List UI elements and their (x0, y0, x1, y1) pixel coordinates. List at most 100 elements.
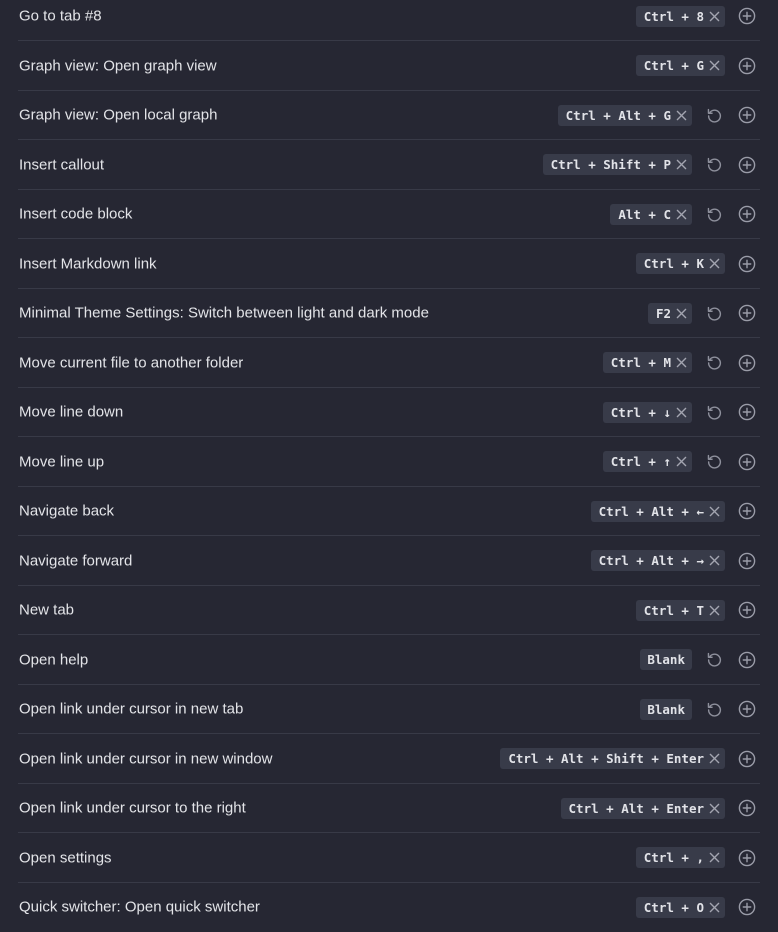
command-label: Navigate forward (19, 552, 133, 570)
restore-default-icon[interactable] (703, 104, 725, 126)
add-hotkey-icon[interactable] (736, 104, 758, 126)
hotkey-text: F2 (655, 305, 671, 321)
close-icon[interactable] (707, 59, 721, 73)
add-hotkey-icon[interactable] (736, 550, 758, 572)
hotkey-row: Graph view: Open graph view Ctrl + G (0, 41, 778, 91)
hotkey-text: Ctrl + Alt + G (565, 107, 671, 123)
hotkey-row: Open link under cursor in new window Ctrl… (0, 734, 778, 784)
add-hotkey-icon[interactable] (736, 847, 758, 869)
hotkey-text: Alt + C (618, 206, 671, 222)
hotkey-text: Ctrl + Alt + ← (598, 503, 704, 519)
close-icon[interactable] (707, 504, 721, 518)
hotkey-text: Blank (647, 652, 685, 668)
close-icon[interactable] (707, 603, 721, 617)
hotkey-row: Move line down Ctrl + ↓ (0, 388, 778, 438)
close-icon[interactable] (674, 455, 688, 469)
close-icon[interactable] (707, 257, 721, 271)
hotkey-row: Insert Markdown link Ctrl + K (0, 239, 778, 289)
close-icon[interactable] (707, 801, 721, 815)
close-icon[interactable] (674, 207, 688, 221)
add-hotkey-icon[interactable] (736, 352, 758, 374)
hotkey-controls: Ctrl + M (602, 352, 758, 374)
command-label: Graph view: Open graph view (19, 57, 217, 75)
add-hotkey-icon[interactable] (736, 698, 758, 720)
hotkey-controls: Ctrl + Alt + → (590, 550, 758, 572)
hotkey-controls: Ctrl + Alt + Shift + Enter (500, 748, 758, 770)
hotkey-text: Ctrl + , (643, 850, 704, 866)
add-hotkey-icon[interactable] (736, 649, 758, 671)
hotkey-controls: Ctrl + , (635, 847, 758, 869)
add-hotkey-icon[interactable] (736, 5, 758, 27)
hotkey-chip: Ctrl + Alt + Shift + Enter (500, 748, 725, 770)
hotkey-controls: Blank (640, 698, 758, 720)
hotkey-controls: Ctrl + K (635, 253, 758, 275)
restore-default-icon[interactable] (703, 352, 725, 374)
command-label: Insert code block (19, 205, 133, 223)
hotkey-row: Go to tab #8 Ctrl + 8 (0, 0, 778, 41)
command-label: New tab (19, 601, 75, 619)
hotkey-row: Navigate forward Ctrl + Alt + → (0, 536, 778, 586)
hotkey-text: Ctrl + ↓ (610, 404, 671, 420)
hotkey-chip: Ctrl + 8 (635, 5, 725, 27)
hotkey-chip: F2 (647, 302, 692, 324)
restore-default-icon[interactable] (703, 302, 725, 324)
add-hotkey-icon[interactable] (736, 599, 758, 621)
close-icon[interactable] (707, 554, 721, 568)
command-label: Move current file to another folder (19, 354, 244, 372)
hotkey-text: Ctrl + T (643, 602, 704, 618)
hotkey-controls: Ctrl + O (635, 896, 758, 918)
hotkey-row: Open link under cursor to the right Ctrl … (0, 784, 778, 834)
close-icon[interactable] (674, 306, 688, 320)
hotkey-chip: Ctrl + G (635, 55, 725, 77)
hotkey-row: Move current file to another folder Ctrl … (0, 338, 778, 388)
command-label: Go to tab #8 (19, 7, 102, 25)
hotkey-row: Insert code block Alt + C (0, 190, 778, 240)
command-label: Minimal Theme Settings: Switch between l… (19, 304, 429, 322)
add-hotkey-icon[interactable] (736, 797, 758, 819)
restore-default-icon[interactable] (703, 203, 725, 225)
command-label: Open link under cursor in new window (19, 750, 273, 768)
command-label: Open help (19, 651, 89, 669)
add-hotkey-icon[interactable] (736, 451, 758, 473)
command-label: Move line down (19, 403, 124, 421)
hotkey-row: Open link under cursor in new tab Blank (0, 685, 778, 735)
add-hotkey-icon[interactable] (736, 253, 758, 275)
restore-default-icon[interactable] (703, 698, 725, 720)
restore-default-icon[interactable] (703, 649, 725, 671)
close-icon[interactable] (674, 356, 688, 370)
hotkey-chip: Ctrl + K (635, 253, 725, 275)
close-icon[interactable] (707, 9, 721, 23)
close-icon[interactable] (707, 900, 721, 914)
add-hotkey-icon[interactable] (736, 55, 758, 77)
hotkey-controls: Ctrl + ↓ (602, 401, 758, 423)
hotkey-chip: Blank (640, 698, 692, 720)
hotkey-chip: Blank (640, 649, 692, 671)
close-icon[interactable] (674, 158, 688, 172)
hotkey-chip: Ctrl + Alt + Enter (560, 797, 725, 819)
hotkey-text: Ctrl + O (643, 899, 704, 915)
restore-default-icon[interactable] (703, 401, 725, 423)
add-hotkey-icon[interactable] (736, 401, 758, 423)
add-hotkey-icon[interactable] (736, 896, 758, 918)
add-hotkey-icon[interactable] (736, 302, 758, 324)
add-hotkey-icon[interactable] (736, 748, 758, 770)
hotkey-chip: Ctrl + Alt + ← (590, 500, 725, 522)
add-hotkey-icon[interactable] (736, 203, 758, 225)
hotkey-chip: Ctrl + T (635, 599, 725, 621)
hotkey-controls: Ctrl + T (635, 599, 758, 621)
close-icon[interactable] (707, 851, 721, 865)
command-label: Quick switcher: Open quick switcher (19, 898, 260, 916)
add-hotkey-icon[interactable] (736, 500, 758, 522)
add-hotkey-icon[interactable] (736, 154, 758, 176)
command-label: Move line up (19, 453, 105, 471)
close-icon[interactable] (674, 405, 688, 419)
restore-default-icon[interactable] (703, 451, 725, 473)
close-icon[interactable] (674, 108, 688, 122)
restore-default-icon[interactable] (703, 154, 725, 176)
hotkey-row: Quick switcher: Open quick switcher Ctrl … (0, 883, 778, 932)
command-label: Open settings (19, 849, 112, 867)
hotkey-row: Minimal Theme Settings: Switch between l… (0, 289, 778, 339)
hotkey-text: Ctrl + Alt + Enter (568, 800, 704, 816)
hotkey-chip: Ctrl + Alt + → (590, 550, 725, 572)
close-icon[interactable] (707, 752, 721, 766)
